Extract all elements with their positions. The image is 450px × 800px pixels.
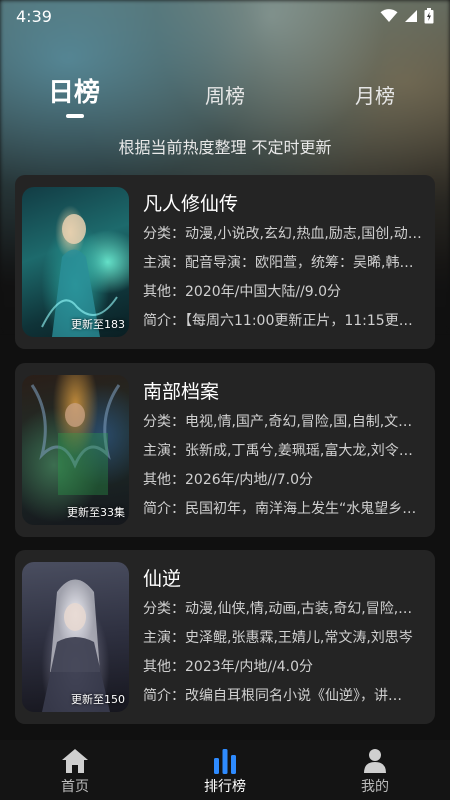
ranking-icon (214, 749, 236, 774)
card-other: 其他：2026年/内地//7.0分 (143, 472, 314, 488)
update-badge: 更新至150 (71, 693, 125, 706)
cover-image[interactable]: 更新至150 (22, 562, 129, 712)
bottom-nav: 首页 排行榜 我的 (0, 740, 450, 800)
card-category: 分类：动漫,小说改,玄幻,热血,励志,国创,动… (143, 226, 422, 242)
tab-monthly[interactable]: 月榜 (355, 80, 395, 109)
card-title[interactable]: 凡人修仙传 (143, 189, 238, 216)
tab-daily[interactable]: 日榜 (48, 72, 100, 109)
card-intro: 简介：民国初年，南洋海上发生“水鬼望乡”… (143, 501, 423, 517)
status-time: 4:39 (16, 6, 52, 26)
battery-icon (424, 8, 434, 24)
update-badge: 更新至33集 (67, 506, 125, 519)
nav-home[interactable]: 首页 (35, 746, 115, 796)
ranking-card[interactable]: 更新至183 凡人修仙传 分类：动漫,小说改,玄幻,热血,励志,国创,动… 主演… (15, 175, 435, 349)
nav-profile-label: 我的 (361, 779, 389, 795)
home-icon (62, 749, 88, 773)
card-title[interactable]: 仙逆 (143, 564, 181, 591)
wifi-icon (380, 9, 398, 22)
nav-ranking[interactable]: 排行榜 (185, 746, 265, 796)
tab-weekly[interactable]: 周榜 (205, 80, 245, 109)
signal-icon (405, 10, 417, 22)
card-title[interactable]: 南部档案 (143, 377, 219, 404)
user-icon (364, 749, 386, 773)
cover-image[interactable]: 更新至33集 (22, 375, 129, 525)
status-bar: 4:39 (0, 0, 450, 32)
update-badge: 更新至183 (71, 318, 125, 331)
ranking-card[interactable]: 更新至33集 南部档案 分类：电视,情,国产,奇幻,冒险,国,自制,文学… 主演… (15, 363, 435, 537)
card-category: 分类：电视,情,国产,奇幻,冒险,国,自制,文学… (143, 414, 423, 430)
card-cast: 主演：张新成,丁禹兮,姜珮瑶,富大龙,刘令姿… (143, 443, 423, 459)
card-cast: 主演：配音导演：欧阳萱，统筹：吴晞,韩立… (143, 255, 423, 271)
ranking-subtitle: 根据当前热度整理 不定时更新 (118, 138, 332, 157)
card-other: 其他：2020年/中国大陆//9.0分 (143, 284, 342, 300)
tab-indicator (66, 114, 84, 118)
nav-home-label: 首页 (61, 779, 89, 795)
card-other: 其他：2023年/内地//4.0分 (143, 659, 314, 675)
cover-art (41, 214, 118, 337)
cover-art (30, 384, 121, 495)
card-cast: 主演：史泽鲲,张惠霖,王婧儿,常文涛,刘思岑 (143, 630, 413, 646)
cover-art (42, 579, 110, 712)
nav-profile[interactable]: 我的 (335, 746, 415, 796)
card-intro: 简介：【每周六11:00更新正片，11:15更… (143, 313, 413, 329)
nav-ranking-label: 排行榜 (204, 779, 246, 795)
card-category: 分类：动漫,仙侠,情,动画,古装,奇幻,冒险,国… (143, 601, 423, 617)
ranking-card[interactable]: 更新至150 仙逆 分类：动漫,仙侠,情,动画,古装,奇幻,冒险,国… 主演：史… (15, 550, 435, 724)
cover-image[interactable]: 更新至183 (22, 187, 129, 337)
card-intro: 简介：改编自耳根同名小说《仙逆》，讲… (143, 688, 402, 704)
